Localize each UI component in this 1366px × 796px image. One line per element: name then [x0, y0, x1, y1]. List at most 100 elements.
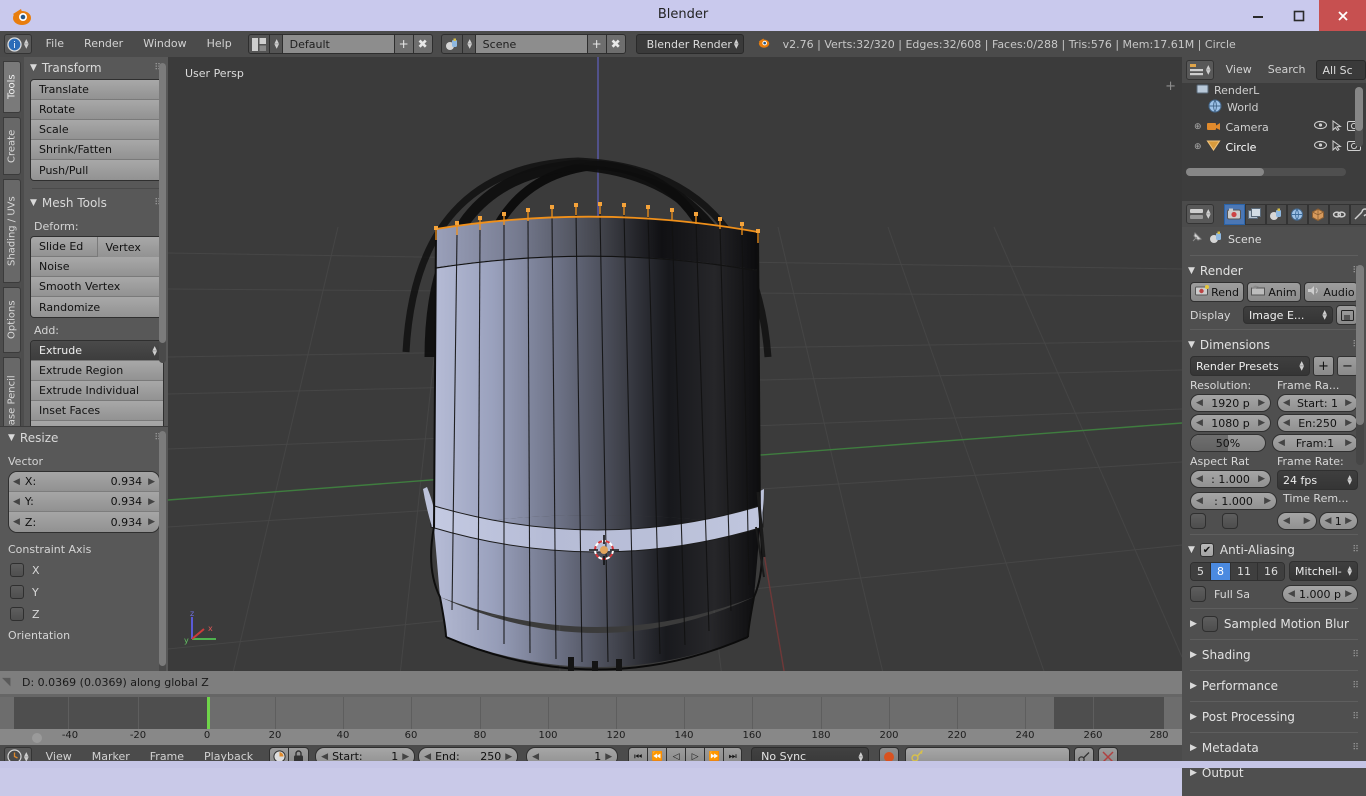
- frame-step-field[interactable]: ◀ Fram:1 ▶: [1272, 434, 1358, 452]
- minimize-button[interactable]: [1237, 0, 1278, 31]
- outliner-vertical-scrollbar[interactable]: [1355, 87, 1363, 147]
- constraint-y-row[interactable]: Y: [0, 581, 168, 603]
- extrude-dropdown[interactable]: Extrude ▲ ▼: [31, 341, 163, 361]
- screen-layout-selector[interactable]: ▲ ▼ Default + ✖: [247, 34, 433, 54]
- screen-layout-value[interactable]: Default: [282, 34, 395, 54]
- tool-tab-create[interactable]: Create: [3, 117, 21, 175]
- rotate-button[interactable]: Rotate: [31, 100, 163, 120]
- screen-layout-add-button[interactable]: +: [394, 34, 414, 54]
- properties-tab-constraints[interactable]: [1328, 203, 1350, 225]
- outliner-display-mode[interactable]: All Sc: [1315, 60, 1366, 80]
- crop-checkbox[interactable]: [1222, 513, 1238, 529]
- shading-panel-header[interactable]: ▶ Shading ⠿: [1182, 644, 1366, 666]
- outliner-horizontal-scrollbar[interactable]: [1186, 168, 1346, 176]
- timeline-track[interactable]: [0, 697, 1182, 729]
- post-processing-panel-header[interactable]: ▶ Post Processing ⠿: [1182, 706, 1366, 728]
- vertex-slide-button[interactable]: Vertex: [97, 237, 163, 257]
- resolution-percentage-slider[interactable]: 50%: [1190, 434, 1266, 452]
- cursor-arrow-icon[interactable]: [1332, 120, 1342, 134]
- menu-file[interactable]: File: [36, 31, 74, 57]
- time-remap-old-field[interactable]: ◀ ▶: [1277, 512, 1317, 530]
- motion-blur-checkbox[interactable]: [1201, 616, 1218, 632]
- 3d-viewport[interactable]: z x y User Persp (1) Circle +: [168, 57, 1182, 694]
- render-animation-button[interactable]: Anim: [1247, 282, 1301, 302]
- tool-shelf-scrollbar[interactable]: [159, 63, 166, 363]
- outliner-row-camera[interactable]: ⊕ Camera: [1182, 117, 1366, 137]
- tool-tab-options[interactable]: Options: [3, 287, 21, 353]
- extrude-region-button[interactable]: Extrude Region: [31, 361, 163, 381]
- menu-window[interactable]: Window: [133, 31, 196, 57]
- editor-type-selector-outliner[interactable]: ▲ ▼: [1186, 60, 1214, 80]
- scene-remove-button[interactable]: ✖: [606, 34, 626, 54]
- vector-y-field[interactable]: ◀ Y: 0.934 ▶: [9, 492, 159, 512]
- mesh-tools-panel-header[interactable]: ▼ Mesh Tools ⠿: [26, 192, 168, 214]
- frame-end-field[interactable]: ◀ En:250 ▶: [1277, 414, 1358, 432]
- aspect-y-field[interactable]: ◀ : 1.000 ▶: [1190, 492, 1277, 510]
- inset-faces-button[interactable]: Inset Faces: [31, 401, 163, 421]
- slide-edge-button[interactable]: Slide Ed: [31, 237, 98, 257]
- anti-aliasing-checkbox[interactable]: ✔: [1199, 543, 1214, 557]
- outliner-menu-view[interactable]: View: [1218, 59, 1260, 81]
- display-mode-selector[interactable]: Image E... ▲ ▼: [1243, 306, 1333, 324]
- expand-plus-icon[interactable]: ⊕: [1194, 122, 1202, 132]
- translate-button[interactable]: Translate: [31, 80, 163, 100]
- menu-render[interactable]: Render: [74, 31, 133, 57]
- timeline-playhead[interactable]: [207, 697, 210, 729]
- frame-rate-selector[interactable]: 24 fps ▲ ▼: [1277, 470, 1358, 490]
- shrink-fatten-button[interactable]: Shrink/Fatten: [31, 140, 163, 160]
- properties-scrollbar[interactable]: [1356, 265, 1364, 465]
- noise-button[interactable]: Noise: [31, 257, 163, 277]
- close-button[interactable]: [1319, 0, 1366, 31]
- full-sample-checkbox[interactable]: [1190, 586, 1206, 602]
- maximize-button[interactable]: [1278, 0, 1319, 31]
- aa-sample-5[interactable]: 5: [1191, 562, 1211, 580]
- resolution-y-field[interactable]: ◀ 1080 p ▶: [1190, 414, 1271, 432]
- scene-value[interactable]: Scene: [475, 34, 588, 54]
- properties-tab-object[interactable]: [1307, 203, 1329, 225]
- checkbox-icon[interactable]: [10, 607, 24, 621]
- sampled-motion-blur-panel-header[interactable]: ▶ Sampled Motion Blur: [1182, 613, 1366, 635]
- properties-tab-modifiers[interactable]: [1349, 203, 1366, 225]
- timeline-scroll-knob[interactable]: [32, 733, 42, 743]
- editor-type-selector-properties[interactable]: ▲ ▼: [1186, 204, 1214, 224]
- properties-tab-render-layers[interactable]: [1244, 203, 1266, 225]
- outliner-row-circle[interactable]: ⊕ Circle: [1182, 137, 1366, 157]
- operator-panel-scrollbar[interactable]: [159, 431, 166, 681]
- constraint-z-row[interactable]: Z: [0, 603, 168, 625]
- scale-button[interactable]: Scale: [31, 120, 163, 140]
- border-checkbox[interactable]: [1190, 513, 1206, 529]
- aa-filter-size-field[interactable]: ◀ 1.000 p ▶: [1282, 585, 1358, 603]
- checkbox-icon[interactable]: [10, 585, 24, 599]
- render-panel-header[interactable]: ▼ Render ⠿: [1182, 260, 1366, 282]
- expand-plus-icon[interactable]: ⊕: [1194, 142, 1202, 152]
- scene-add-button[interactable]: +: [587, 34, 607, 54]
- randomize-button[interactable]: Randomize: [31, 297, 163, 317]
- outliner-menu-search[interactable]: Search: [1260, 59, 1314, 81]
- eye-icon[interactable]: [1313, 140, 1328, 154]
- render-audio-button[interactable]: Audio: [1304, 282, 1358, 302]
- properties-tab-render[interactable]: [1223, 203, 1245, 225]
- vector-z-field[interactable]: ◀ Z: 0.934 ▶: [9, 512, 159, 532]
- render-engine-selector[interactable]: Blender Render ▲ ▼: [635, 34, 744, 54]
- constraint-x-row[interactable]: X: [0, 559, 168, 581]
- smooth-vertex-button[interactable]: Smooth Vertex: [31, 277, 163, 297]
- anti-aliasing-panel-header[interactable]: ▼ ✔ Anti-Aliasing ⠿: [1182, 539, 1366, 561]
- remove-preset-button[interactable]: −: [1337, 356, 1358, 376]
- tool-tab-tools[interactable]: Tools: [3, 61, 21, 113]
- output-panel-header[interactable]: ▶ Output: [1182, 768, 1366, 778]
- transform-panel-header[interactable]: ▼ Transform ⠿: [26, 57, 168, 79]
- render-presets-selector[interactable]: Render Presets ▲ ▼: [1190, 356, 1310, 376]
- push-pull-button[interactable]: Push/Pull: [31, 160, 163, 180]
- corner-grab-icon[interactable]: ◥: [2, 675, 10, 688]
- eye-icon[interactable]: [1313, 120, 1328, 134]
- outliner-tree[interactable]: RenderL World ⊕ Camera ⊕ Circle: [1182, 83, 1366, 179]
- time-remap-new-field[interactable]: ◀ 1 ▶: [1318, 512, 1358, 530]
- resolution-x-field[interactable]: ◀ 1920 p ▶: [1190, 394, 1271, 412]
- editor-type-selector-info[interactable]: i ▲ ▼: [4, 34, 32, 54]
- frame-start-field[interactable]: ◀ Start: 1 ▶: [1277, 394, 1358, 412]
- scene-spinner[interactable]: ▲ ▼: [462, 34, 476, 54]
- metadata-panel-header[interactable]: ▶ Metadata ⠿: [1182, 737, 1366, 759]
- resize-panel-header[interactable]: ▼ Resize ⠿: [0, 427, 168, 449]
- aa-sample-16[interactable]: 16: [1258, 562, 1284, 580]
- checkbox-icon[interactable]: [10, 563, 24, 577]
